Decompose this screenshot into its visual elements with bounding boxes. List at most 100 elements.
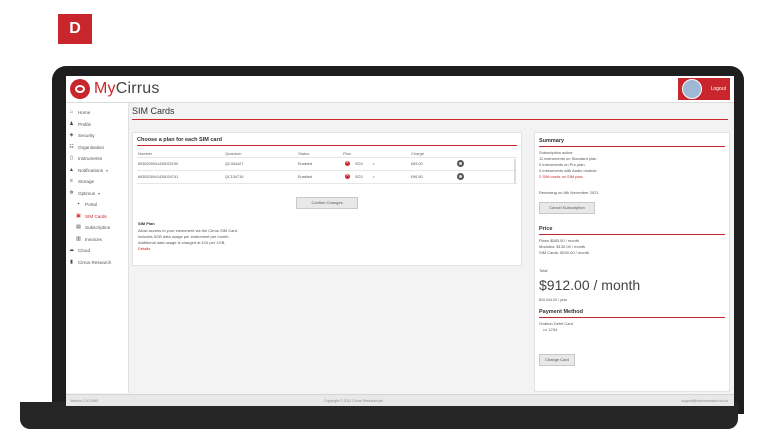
sim-plan-count-link[interactable]: 2 SIM cards on SIM plan [539, 174, 583, 179]
subscription-icon: ▤ [76, 224, 81, 231]
sim-number: 8935205941435024741 [138, 175, 179, 179]
footer: Version 2.10.1963 Copyright © 2021 Cirru… [66, 394, 734, 406]
sim-card-icon: ▣ [76, 212, 81, 219]
total-price: $912.00 / month [539, 277, 641, 293]
person-icon: ♟ [69, 120, 74, 127]
user-menu[interactable]: Logout [678, 78, 730, 100]
sidebar-item-organisation[interactable]: ☷ Organisation [66, 142, 128, 154]
gear-icon: ✲ [69, 189, 74, 196]
plan-select[interactable]: SO3 [355, 175, 363, 179]
sim-plan-heading: SIM Plan [138, 221, 155, 226]
top-bar: MyCirrus Logout [66, 76, 734, 103]
sidebar-item-portal[interactable]: ▪ Portal [66, 199, 128, 211]
column-header-plan: Plan [343, 151, 352, 156]
sidebar-item-instruments[interactable]: ▯ Instruments [66, 153, 128, 165]
sim-plan-description: Additional data usage is charged at £10 … [138, 240, 226, 245]
renewal-date: Renewing on 8th November 2021 [539, 190, 599, 195]
change-card-button[interactable]: Change Card [539, 354, 575, 366]
sidebar-item-cirrus-research[interactable]: ▮ Cirrus Research [66, 257, 128, 269]
sidebar-item-security[interactable]: ◈ Security [66, 130, 128, 142]
bell-icon: ▲ [69, 166, 74, 173]
chevron-down-icon: ▾ [98, 190, 101, 196]
quantum-id: QC434427 [225, 162, 244, 166]
sim-panel-title: Choose a plan for each SIM card [137, 137, 222, 143]
sim-plan-description: Allow access to your instrument via the … [138, 228, 239, 233]
summary-line: 0 instruments with Audio module [539, 168, 597, 173]
sim-cards-panel: Choose a plan for each SIM card Number Q… [132, 132, 522, 266]
row-action-button[interactable] [457, 160, 464, 167]
logo-text: MyCirrus [94, 80, 160, 97]
summary-line: 0 instruments on Pro plan [539, 162, 585, 167]
price-line: Modules: $130.00 / month [539, 244, 586, 249]
table-scrollbar[interactable] [514, 159, 516, 183]
header-divider [137, 157, 517, 158]
price-title: Price [539, 226, 553, 232]
sim-plan-description: includes 5GB data usage per instrument p… [138, 234, 230, 239]
remove-plan-icon[interactable] [345, 160, 350, 166]
version-text: Version 2.10.1963 [70, 399, 99, 403]
details-link[interactable]: Details [138, 246, 150, 251]
chevron-down-icon: ▾ [106, 167, 109, 173]
confirm-changes-button[interactable]: Confirm Changes [296, 197, 358, 209]
support-email-link[interactable]: support@cirrusresearch.co.uk [681, 399, 728, 403]
sidebar-item-optimus[interactable]: ✲ Optimus ▾ [66, 188, 128, 200]
row-divider [137, 170, 517, 171]
sim-number: 8935205941435022190 [138, 162, 179, 166]
sidebar-item-profile[interactable]: ♟ Profile [66, 119, 128, 131]
column-header-number: Number [138, 151, 153, 156]
sim-panel-divider [137, 145, 517, 146]
instrument-icon: ▯ [70, 155, 73, 162]
card-label: Ovation Debit Card [539, 321, 574, 326]
price-divider [539, 234, 725, 235]
cloud-icon: ☁ [69, 247, 74, 254]
column-header-status: Status [298, 151, 310, 156]
remove-plan-icon[interactable] [345, 173, 350, 179]
payment-divider [539, 317, 725, 318]
chevron-down-icon: ▾ [373, 162, 375, 166]
invoice-icon: ▥ [76, 235, 81, 242]
sidebar-item-cloud[interactable]: ☁ Cloud [66, 245, 128, 257]
sidebar-item-notifications[interactable]: ▲ Notifications ▾ [66, 165, 128, 177]
title-divider [132, 119, 728, 120]
copyright-text: Copyright © 2021 Cirrus Research plc [324, 399, 383, 403]
sidebar-item-invoices[interactable]: ▥ Invoices [66, 234, 128, 246]
summary-panel: Summary Subscription active 11 instrumen… [534, 132, 730, 392]
cancel-subscription-button[interactable]: Cancel Subscription [539, 202, 595, 214]
app-logo[interactable]: MyCirrus [70, 79, 160, 99]
storage-icon: ≡ [70, 178, 73, 185]
row-action-button[interactable] [457, 173, 464, 180]
column-header-charge: Charge [411, 151, 425, 156]
card-number: ••• 1234 [543, 327, 558, 332]
yearly-price: $10,944.00 / year [539, 298, 567, 302]
price-line: Plans $583.00 / month [539, 238, 580, 243]
sim-status: Enabled [298, 162, 312, 166]
sidebar-item-sim-cards[interactable]: ▣ SIM Cards [66, 211, 128, 223]
laptop-screen: MyCirrus Logout ⌂ Home ♟ Profile ◈ Security… [66, 76, 734, 406]
portal-icon: ▪ [77, 201, 80, 208]
quantum-id: QC134715 [225, 175, 244, 179]
cirrus-logo-icon [70, 79, 90, 99]
sidebar-item-home[interactable]: ⌂ Home [66, 107, 128, 119]
logout-label[interactable]: Logout [711, 86, 726, 92]
payment-method-title: Payment Method [539, 309, 584, 315]
summary-line: 11 instruments on Standard plan [539, 156, 597, 161]
sidebar-item-subscription[interactable]: ▤ Subscription [66, 222, 128, 234]
people-icon: ☷ [69, 143, 74, 150]
charge-value: £96.50 [411, 175, 423, 179]
chevron-down-icon: ▾ [373, 175, 375, 179]
sidebar-item-storage[interactable]: ≡ Storage [66, 176, 128, 188]
home-icon: ⌂ [69, 109, 74, 116]
summary-title: Summary [539, 138, 565, 144]
sim-status: Enabled [298, 175, 312, 179]
shield-icon: ◈ [69, 132, 74, 139]
price-line: SIM Cards: $200.00 / month [539, 250, 590, 255]
charge-value: £69.00 [411, 162, 423, 166]
chart-icon: ▮ [70, 258, 73, 265]
row-divider [137, 183, 517, 184]
total-label: Total [539, 268, 548, 273]
plan-select[interactable]: SO3 [355, 162, 363, 166]
avatar [682, 79, 702, 99]
figure-label: D [58, 14, 92, 44]
laptop-base [20, 402, 738, 429]
page-title: SIM Cards [132, 106, 175, 116]
